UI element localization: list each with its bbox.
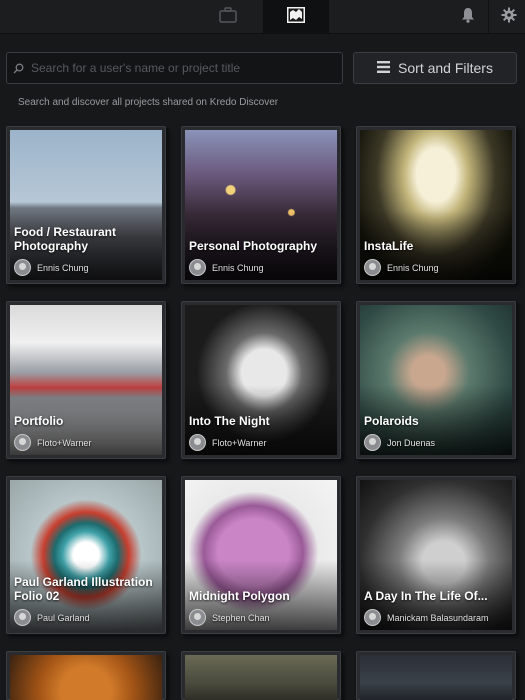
author-name: Paul Garland xyxy=(37,612,90,623)
project-thumbnail xyxy=(360,130,512,280)
author-name: Ennis Chung xyxy=(37,262,89,273)
project-thumbnail xyxy=(185,655,337,700)
author-name: Floto+Warner xyxy=(212,437,267,448)
discover-hint: Search and discover all projects shared … xyxy=(18,97,279,108)
project-thumbnail xyxy=(10,480,162,630)
avatar xyxy=(14,434,31,451)
project-title: Midnight Polygon xyxy=(189,589,290,603)
tab-portfolio[interactable] xyxy=(195,0,261,34)
project-author[interactable]: Paul Garland xyxy=(14,609,90,626)
project-thumbnail xyxy=(185,480,337,630)
project-author[interactable]: Stephen Chan xyxy=(189,609,270,626)
author-name: Ennis Chung xyxy=(387,262,439,273)
project-author[interactable]: Ennis Chung xyxy=(189,259,264,276)
tab-discover[interactable] xyxy=(263,0,329,34)
avatar xyxy=(189,434,206,451)
project-author[interactable]: Ennis Chung xyxy=(364,259,439,276)
list-icon xyxy=(377,60,391,76)
author-name: Ennis Chung xyxy=(212,262,264,273)
sort-and-filters-button[interactable]: Sort and Filters xyxy=(353,52,517,84)
project-title: Food / Restaurant Photography xyxy=(14,225,117,253)
project-title: Paul Garland Illustration Folio 02 xyxy=(14,575,153,603)
search-box[interactable] xyxy=(6,52,343,84)
sort-label: Sort and Filters xyxy=(398,60,493,76)
avatar xyxy=(189,609,206,626)
project-card[interactable]: Paul Garland Illustration Folio 02 Paul … xyxy=(6,476,166,634)
project-thumbnail xyxy=(10,655,162,700)
settings-button[interactable] xyxy=(488,0,525,34)
project-author[interactable]: Ennis Chung xyxy=(14,259,89,276)
project-card[interactable]: InstaLife Ennis Chung xyxy=(356,126,516,284)
top-bar xyxy=(0,0,525,34)
briefcase-icon xyxy=(219,6,237,28)
project-title: Portfolio xyxy=(14,414,64,428)
project-title: Personal Photography xyxy=(189,239,318,253)
author-name: Manickam Balasundaram xyxy=(387,612,489,623)
project-card[interactable] xyxy=(356,651,516,700)
avatar xyxy=(364,259,381,276)
project-card[interactable]: Personal Photography Ennis Chung xyxy=(181,126,341,284)
avatar xyxy=(14,609,31,626)
project-card[interactable]: A Day In The Life Of... Manickam Balasun… xyxy=(356,476,516,634)
project-thumbnail xyxy=(10,130,162,280)
project-card[interactable]: Polaroids Jon Duenas xyxy=(356,301,516,459)
project-title: A Day In The Life Of... xyxy=(364,589,488,603)
project-card[interactable]: Midnight Polygon Stephen Chan xyxy=(181,476,341,634)
project-card[interactable] xyxy=(181,651,341,700)
avatar xyxy=(364,609,381,626)
project-card[interactable]: Food / Restaurant Photography Ennis Chun… xyxy=(6,126,166,284)
notifications-button[interactable] xyxy=(448,0,488,34)
project-title: Polaroids xyxy=(364,414,419,428)
author-name: Stephen Chan xyxy=(212,612,270,623)
project-author[interactable]: Jon Duenas xyxy=(364,434,435,451)
project-thumbnail xyxy=(360,655,512,700)
search-input[interactable] xyxy=(29,61,342,75)
project-thumbnail xyxy=(185,130,337,280)
project-card[interactable]: Into The Night Floto+Warner xyxy=(181,301,341,459)
avatar xyxy=(14,259,31,276)
gear-icon xyxy=(501,7,517,28)
project-thumbnail xyxy=(360,480,512,630)
project-card[interactable] xyxy=(6,651,166,700)
project-author[interactable]: Manickam Balasundaram xyxy=(364,609,489,626)
project-thumbnail xyxy=(185,305,337,455)
search-icon xyxy=(7,53,29,83)
avatar xyxy=(364,434,381,451)
discover-icon xyxy=(286,6,306,29)
author-name: Floto+Warner xyxy=(37,437,92,448)
avatar xyxy=(189,259,206,276)
project-thumbnail xyxy=(10,305,162,455)
project-card[interactable]: Portfolio Floto+Warner xyxy=(6,301,166,459)
bell-icon xyxy=(461,7,475,28)
project-thumbnail xyxy=(360,305,512,455)
project-title: Into The Night xyxy=(189,414,270,428)
project-title: InstaLife xyxy=(364,239,414,253)
project-author[interactable]: Floto+Warner xyxy=(14,434,91,451)
project-author[interactable]: Floto+Warner xyxy=(189,434,266,451)
author-name: Jon Duenas xyxy=(387,437,436,448)
